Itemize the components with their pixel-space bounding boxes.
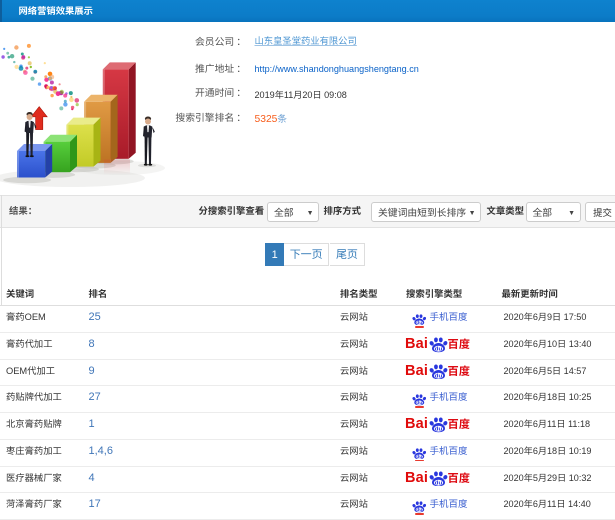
svg-text:du: du — [434, 373, 442, 380]
svg-text:du: du — [416, 454, 422, 459]
svg-text:du: du — [416, 507, 422, 512]
svg-text:du: du — [416, 400, 422, 405]
svg-text:du: du — [434, 346, 442, 353]
svg-text:du: du — [416, 320, 422, 325]
svg-text:du: du — [434, 480, 442, 487]
svg-text:du: du — [434, 426, 442, 433]
